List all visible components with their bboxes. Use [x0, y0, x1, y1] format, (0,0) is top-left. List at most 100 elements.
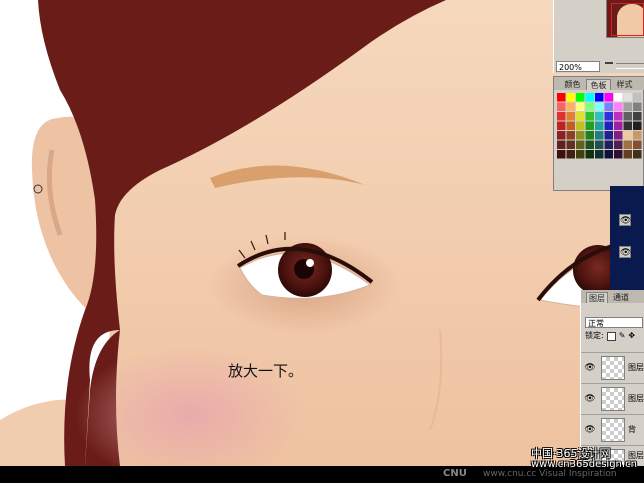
swatch-cell[interactable]: [566, 121, 576, 131]
swatch-cell[interactable]: [576, 93, 585, 102]
swatch-cell[interactable]: [585, 121, 595, 131]
swatch-grid[interactable]: [557, 93, 643, 189]
swatch-cell[interactable]: [585, 131, 595, 140]
swatch-cell[interactable]: [633, 150, 642, 159]
swatch-cell[interactable]: [566, 93, 576, 102]
swatch-cell[interactable]: [604, 140, 614, 150]
swatch-cell[interactable]: [566, 102, 576, 112]
swatch-cell[interactable]: [595, 121, 604, 131]
swatch-cell[interactable]: [633, 121, 642, 131]
swatch-cell[interactable]: [585, 93, 595, 102]
swatch-cell[interactable]: [557, 112, 566, 121]
swatch-cell[interactable]: [595, 93, 604, 102]
swatch-cell[interactable]: [585, 112, 595, 121]
swatch-cell[interactable]: [614, 140, 623, 150]
swatch-cell[interactable]: [623, 93, 633, 102]
move-icon[interactable]: ✥: [628, 330, 635, 342]
swatch-cell[interactable]: [595, 112, 604, 121]
layer-row[interactable]: 👁 图层: [581, 352, 644, 383]
tab-color[interactable]: 颜色: [560, 79, 585, 90]
zoom-level-input[interactable]: 200%: [556, 61, 600, 72]
swatch-cell[interactable]: [566, 140, 576, 150]
swatch-cell[interactable]: [595, 102, 604, 112]
layer-name: 图层: [628, 394, 644, 403]
eye-icon[interactable]: 👁: [584, 424, 596, 436]
swatches-tabbar: 颜色 色板 样式: [554, 77, 644, 90]
swatch-cell[interactable]: [585, 102, 595, 112]
layer-row[interactable]: 👁 图层: [581, 383, 644, 414]
swatch-cell[interactable]: [557, 121, 566, 131]
blend-mode-select[interactable]: 正常: [585, 317, 643, 328]
swatch-cell[interactable]: [614, 93, 623, 102]
layer-thumbnail: [601, 418, 625, 442]
swatch-cell[interactable]: [595, 131, 604, 140]
lock-row: 锁定: ✎ ✥: [585, 330, 635, 342]
layer-thumbnail: [601, 387, 625, 411]
tab-channels[interactable]: 通道: [613, 292, 641, 303]
swatch-cell[interactable]: [623, 112, 633, 121]
swatch-cell[interactable]: [566, 150, 576, 159]
layer-thumbnail: [601, 356, 625, 380]
swatch-cell[interactable]: [623, 150, 633, 159]
swatch-cell[interactable]: [576, 112, 585, 121]
swatch-cell[interactable]: [614, 102, 623, 112]
swatch-cell[interactable]: [576, 102, 585, 112]
swatch-cell[interactable]: [566, 112, 576, 121]
swatch-cell[interactable]: [633, 93, 642, 102]
swatch-cell[interactable]: [576, 121, 585, 131]
eye-icon[interactable]: 👁: [619, 246, 631, 258]
swatch-cell[interactable]: [576, 140, 585, 150]
navigator-view-box[interactable]: [611, 3, 644, 36]
footer-url: www.cnu.cc Visual Inspiration: [483, 469, 617, 479]
tab-styles[interactable]: 样式: [612, 79, 637, 90]
swatch-cell[interactable]: [585, 150, 595, 159]
document-canvas[interactable]: [0, 0, 644, 466]
lock-label: 锁定:: [585, 331, 604, 340]
swatch-cell[interactable]: [595, 140, 604, 150]
swatch-cell[interactable]: [633, 131, 642, 140]
swatch-cell[interactable]: [595, 150, 604, 159]
swatch-cell[interactable]: [557, 93, 566, 102]
swatch-cell[interactable]: [633, 102, 642, 112]
swatch-cell[interactable]: [604, 150, 614, 159]
swatch-cell[interactable]: [623, 131, 633, 140]
navigator-thumbnail[interactable]: [606, 0, 644, 38]
swatch-cell[interactable]: [623, 102, 633, 112]
swatch-cell[interactable]: [614, 150, 623, 159]
tab-swatches[interactable]: 色板: [586, 79, 611, 90]
swatch-cell[interactable]: [557, 131, 566, 140]
swatch-cell[interactable]: [623, 140, 633, 150]
zoom-slider[interactable]: [616, 63, 644, 69]
swatch-cell[interactable]: [557, 150, 566, 159]
tab-layers[interactable]: 图层: [586, 292, 608, 303]
swatch-cell[interactable]: [557, 140, 566, 150]
swatch-cell[interactable]: [623, 121, 633, 131]
swatch-cell[interactable]: [585, 140, 595, 150]
swatch-cell[interactable]: [576, 131, 585, 140]
zoom-out-icon[interactable]: [605, 62, 613, 64]
swatch-cell[interactable]: [633, 112, 642, 121]
swatch-cell[interactable]: [576, 150, 585, 159]
eye-icon[interactable]: 👁: [619, 214, 631, 226]
lock-transparency-checkbox[interactable]: [606, 331, 616, 341]
swatch-cell[interactable]: [604, 131, 614, 140]
swatch-cell[interactable]: [614, 131, 623, 140]
layer-row[interactable]: 👁 背: [581, 414, 644, 445]
swatch-cell[interactable]: [557, 102, 566, 112]
brush-cursor: [33, 184, 43, 194]
layer-panel-backdrop: [610, 186, 644, 290]
brush-icon[interactable]: ✎: [619, 330, 626, 342]
swatch-cell[interactable]: [614, 121, 623, 131]
swatch-cell[interactable]: [604, 112, 614, 121]
swatch-cell[interactable]: [614, 112, 623, 121]
swatch-cell[interactable]: [604, 93, 614, 102]
swatch-cell[interactable]: [604, 121, 614, 131]
swatch-cell[interactable]: [566, 131, 576, 140]
layer-name: 背: [628, 425, 636, 434]
swatch-cell[interactable]: [633, 140, 642, 150]
swatches-panel: 颜色 色板 样式: [553, 76, 644, 191]
swatch-cell[interactable]: [604, 102, 614, 112]
eye-icon[interactable]: 👁: [584, 362, 596, 374]
eye-icon[interactable]: 👁: [584, 393, 596, 405]
canvas-caption: 放大一下。: [228, 362, 304, 380]
